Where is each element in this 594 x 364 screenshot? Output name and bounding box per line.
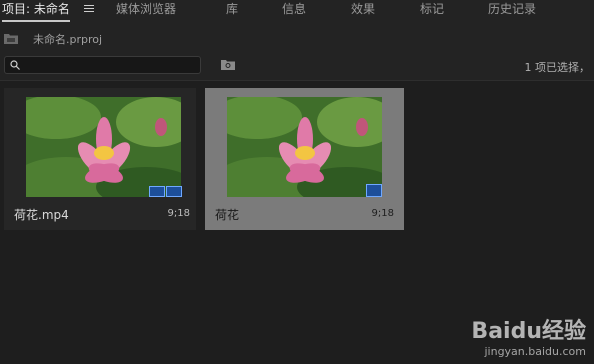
media-item-sequence[interactable]: 荷花 9;18 [205, 88, 404, 230]
search-input[interactable] [4, 56, 201, 74]
panel-menu-icon[interactable] [84, 5, 94, 13]
media-item-name[interactable]: 荷花.mp4 [14, 206, 69, 223]
panel-tab-bar: 项目: 未命名 媒体浏览器 库 信息 效果 标记 历史记录 [0, 0, 594, 23]
new-search-bin-icon[interactable] [221, 59, 235, 70]
project-folder-icon [4, 34, 18, 44]
tab-effects[interactable]: 效果 [351, 0, 375, 20]
audio-track-icon [166, 186, 182, 197]
media-item-name[interactable]: 荷花 [215, 206, 239, 223]
selection-count: 1 项已选择， [524, 61, 591, 74]
tab-libraries[interactable]: 库 [226, 0, 238, 20]
watermark-url: jingyan.baidu.com [484, 345, 586, 358]
tab-info[interactable]: 信息 [282, 0, 306, 20]
project-file-name: 未命名.prproj [33, 33, 103, 46]
tab-media-browser[interactable]: 媒体浏览器 [116, 0, 176, 20]
watermark-logo: Baidu经验 [471, 319, 586, 344]
tab-project[interactable]: 项目: 未命名 [2, 0, 70, 22]
thumbnail[interactable] [227, 97, 382, 197]
media-item-duration: 9;18 [371, 208, 394, 219]
media-item-duration: 9;18 [167, 208, 190, 219]
search-icon [10, 60, 20, 70]
tab-history[interactable]: 历史记录 [488, 0, 536, 20]
thumbnail[interactable] [26, 97, 181, 197]
video-track-icon [149, 186, 165, 197]
divider [0, 80, 594, 81]
media-item-clip[interactable]: 荷花.mp4 9;18 [4, 88, 196, 230]
tab-markers[interactable]: 标记 [420, 0, 444, 20]
watermark: Baidu经验 jingyan.baidu.com [471, 313, 586, 358]
sequence-icon [366, 184, 382, 197]
